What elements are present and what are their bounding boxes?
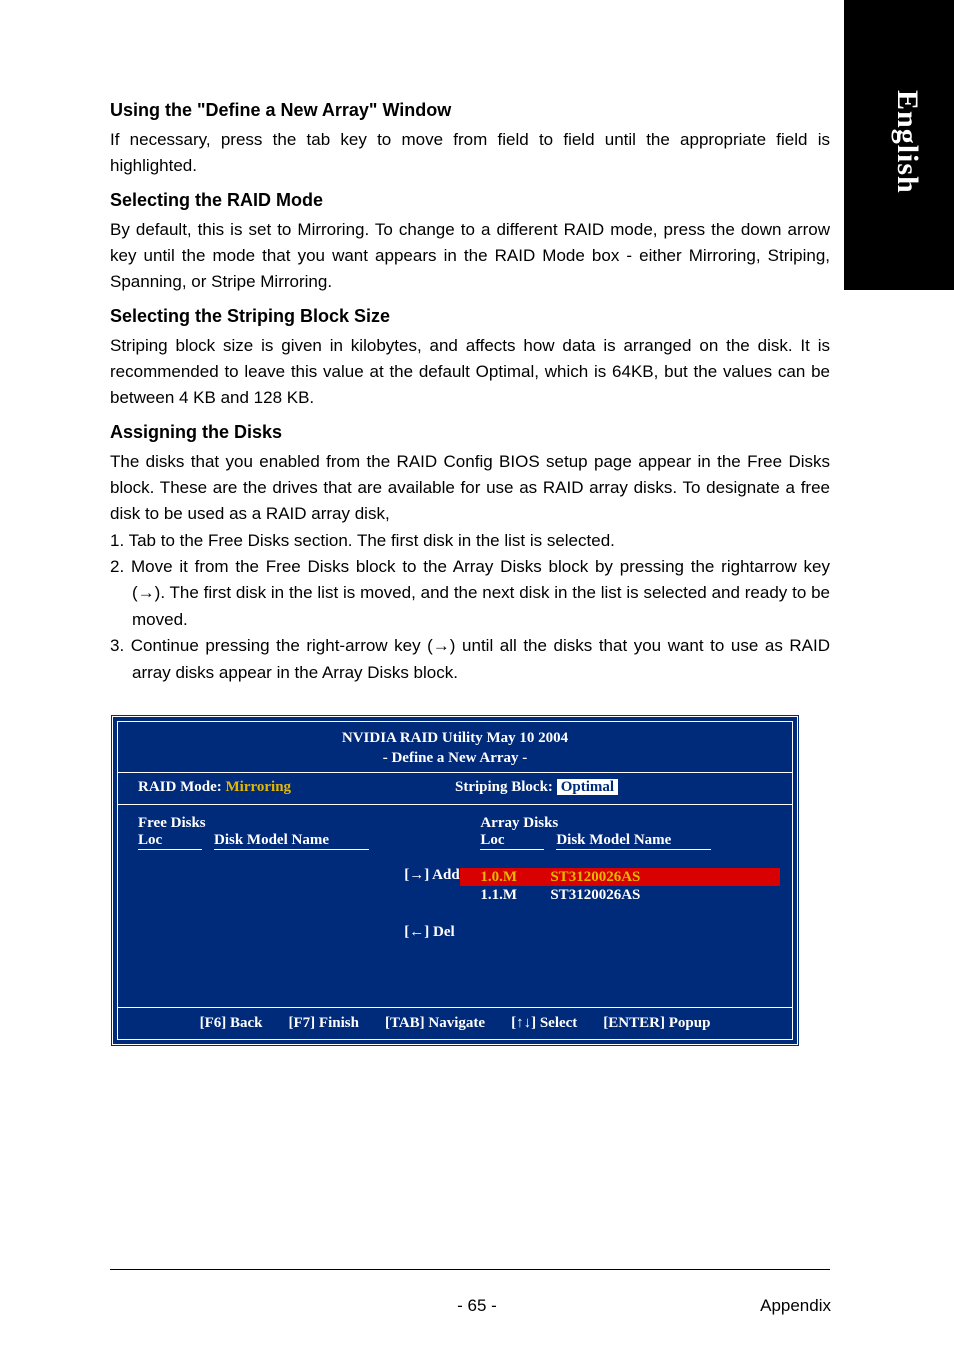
disk-loc: 1.1.M [480, 887, 550, 904]
footer-rule [110, 1269, 830, 1270]
bios-title-line1: NVIDIA RAID Utility May 10 2004 [118, 728, 792, 748]
step-1: 1. Tab to the Free Disks section. The fi… [110, 528, 830, 554]
array-disk-row-selected[interactable]: 1.0.M ST3120026AS [460, 868, 780, 886]
para-define-window: If necessary, press the tab key to move … [110, 127, 830, 180]
array-disks-title: Array Disks [480, 815, 780, 832]
bios-inner: NVIDIA RAID Utility May 10 2004 - Define… [117, 721, 793, 1041]
para-raid-mode: By default, this is set to Mirroring. To… [110, 217, 830, 296]
footer-enter-popup[interactable]: [ENTER] Popup [603, 1015, 710, 1032]
del-button[interactable]: [←] Del [404, 924, 480, 941]
bios-settings-row: RAID Mode: Mirroring Striping Block: Opt… [118, 773, 792, 805]
free-col-model: Disk Model Name [214, 832, 369, 850]
disk-loc: 1.0.M [480, 869, 550, 886]
array-col-loc: Loc [480, 832, 544, 850]
footer-f7-finish[interactable]: [F7] Finish [289, 1015, 359, 1032]
free-disks-title: Free Disks [138, 815, 404, 832]
footer-f6-back[interactable]: [F6] Back [200, 1015, 263, 1032]
array-disks-headers: Loc Disk Model Name [480, 832, 780, 850]
striping-block-label: Striping Block: [455, 779, 553, 795]
array-disks-column[interactable]: Array Disks Loc Disk Model Name 1.0.M ST… [480, 815, 780, 981]
raid-mode-value: Mirroring [226, 779, 292, 795]
bios-title-bar: NVIDIA RAID Utility May 10 2004 - Define… [118, 722, 792, 774]
striping-block-value: Optimal [557, 779, 618, 795]
disk-model: ST3120026AS [550, 887, 640, 904]
disk-model: ST3120026AS [550, 869, 640, 886]
side-black-bar: English [844, 0, 954, 290]
heading-assigning-disks: Assigning the Disks [110, 422, 830, 443]
heading-raid-mode: Selecting the RAID Mode [110, 190, 830, 211]
free-disks-column[interactable]: Free Disks Loc Disk Model Name [138, 815, 404, 981]
bios-panel: NVIDIA RAID Utility May 10 2004 - Define… [110, 714, 800, 1048]
language-tab: English [890, 90, 924, 194]
bios-footer: [F6] Back [F7] Finish [TAB] Navigate [↑↓… [118, 1008, 792, 1039]
striping-block-field[interactable]: Striping Block: Optimal [455, 779, 772, 796]
raid-mode-label: RAID Mode: [138, 779, 222, 795]
step-2: 2. Move it from the Free Disks block to … [110, 554, 830, 633]
free-col-loc: Loc [138, 832, 202, 850]
array-disk-list: 1.0.M ST3120026AS 1.1.M ST3120026AS [460, 868, 780, 904]
bios-body: Free Disks Loc Disk Model Name [→] Add [… [118, 805, 792, 1008]
para-striping-size: Striping block size is given in kilobyte… [110, 333, 830, 412]
heading-striping-size: Selecting the Striping Block Size [110, 306, 830, 327]
para-assigning-disks: The disks that you enabled from the RAID… [110, 449, 830, 528]
bios-title-line2: - Define a New Array - [118, 748, 792, 768]
array-disk-row[interactable]: 1.1.M ST3120026AS [460, 886, 780, 904]
free-disks-headers: Loc Disk Model Name [138, 832, 404, 850]
heading-define-window: Using the "Define a New Array" Window [110, 100, 830, 121]
footer-tab-navigate[interactable]: [TAB] Navigate [385, 1015, 485, 1032]
raid-mode-field[interactable]: RAID Mode: Mirroring [138, 779, 455, 796]
footer-section: Appendix [760, 1296, 831, 1316]
step-3: 3. Continue pressing the right-arrow key… [110, 633, 830, 686]
footer-arrows-select[interactable]: [↑↓] Select [511, 1015, 577, 1032]
page-content: Using the "Define a New Array" Window If… [110, 90, 830, 1047]
array-col-model: Disk Model Name [556, 832, 711, 850]
